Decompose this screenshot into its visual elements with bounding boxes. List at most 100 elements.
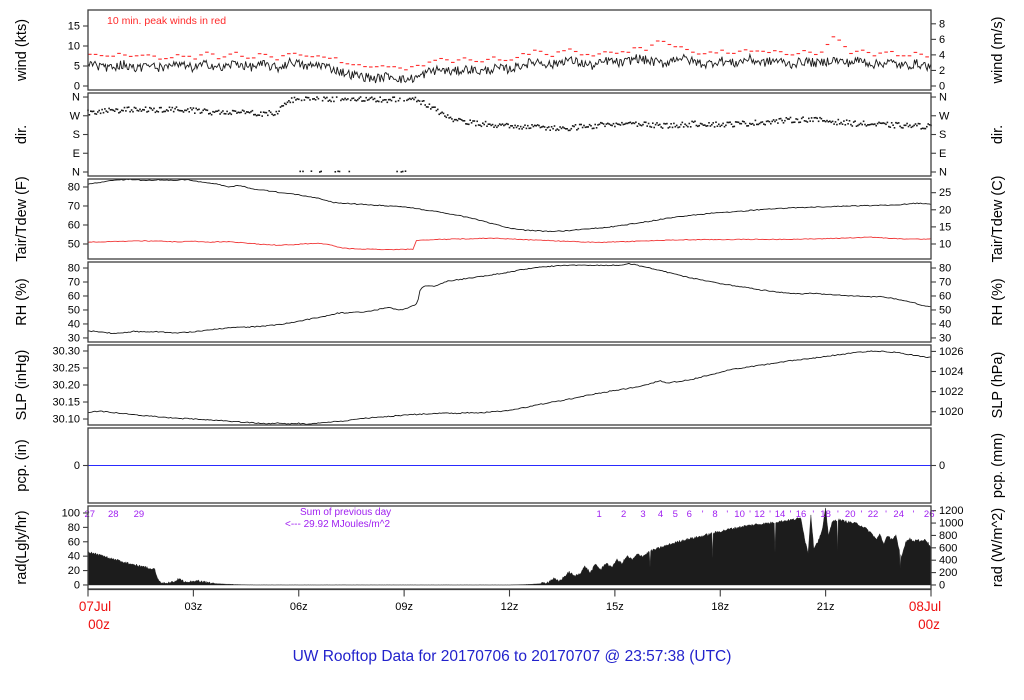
series-rh-pct xyxy=(87,262,932,334)
series-wind-direction-deg-point xyxy=(574,124,577,126)
series-wind-direction-deg-point xyxy=(858,123,861,126)
series-wind-direction-deg-point xyxy=(581,126,584,129)
series-wind-direction-deg-point xyxy=(365,96,367,99)
series-wind-direction-deg-point xyxy=(678,126,681,128)
series-wind-direction-deg-point xyxy=(534,124,536,127)
pressure-left-axis-label: SLP (inHg) xyxy=(14,350,30,421)
series-wind-direction-deg-point xyxy=(851,125,854,127)
series-wind-direction-deg-point xyxy=(597,124,599,126)
slp-left-tick-label: 30.30 xyxy=(52,345,80,357)
series-wind-direction-deg-point xyxy=(358,97,360,100)
series-wind-direction-deg-point xyxy=(875,124,877,127)
series-wind-direction-deg-point xyxy=(406,99,408,102)
series-wind-direction-deg-point xyxy=(743,121,745,123)
x-axis-tick-label: 12z xyxy=(501,601,519,613)
series-wind-direction-deg-point xyxy=(772,119,775,121)
series-wind-direction-deg-point xyxy=(368,98,370,101)
series-wind-direction-deg-point xyxy=(394,100,397,103)
series-wind-direction-deg-point xyxy=(158,106,161,109)
series-wind-direction-deg-point xyxy=(514,124,516,127)
series-wind-direction-deg-point xyxy=(879,122,882,124)
series-wind-direction-deg-point xyxy=(189,107,192,109)
series-wind-direction-deg-point xyxy=(139,108,141,111)
series-wind-direction-deg-point xyxy=(446,114,449,116)
series-wind-direction-deg-point xyxy=(723,125,726,128)
series-wind-direction-deg-point xyxy=(378,100,380,103)
series-wind-direction-deg-point xyxy=(810,117,813,119)
series-wind-direction-deg-point xyxy=(338,170,341,173)
rh-right-tick-label: 40 xyxy=(939,318,951,330)
series-wind-direction-deg-point xyxy=(323,96,325,98)
series-wind-direction-deg-point xyxy=(826,119,828,122)
dir-left-tick-label: W xyxy=(70,110,81,122)
series-wind-direction-deg-point xyxy=(387,98,390,101)
series-wind-direction-deg-point xyxy=(556,128,559,130)
series-wind-direction-deg-point xyxy=(507,123,509,126)
series-wind-direction-deg-point xyxy=(424,104,426,106)
series-wind-direction-deg-point xyxy=(670,123,672,125)
series-wind-direction-deg-point xyxy=(659,123,661,126)
series-wind-direction-deg-point xyxy=(188,111,190,113)
series-wind-direction-deg-point xyxy=(195,107,197,110)
series-wind-direction-deg-point xyxy=(392,96,394,99)
series-wind-direction-deg-point xyxy=(432,106,435,108)
series-wind-direction-deg-point xyxy=(296,98,299,100)
series-wind-direction-deg-point xyxy=(160,106,162,109)
series-wind-direction-deg-point xyxy=(449,116,452,119)
series-wind-direction-deg-point xyxy=(729,121,731,123)
series-wind-direction-deg-point xyxy=(906,122,908,125)
series-wind-direction-deg-point xyxy=(123,106,126,109)
tair-left-tick-label: 80 xyxy=(68,181,80,193)
series-wind-direction-deg-point xyxy=(518,128,521,130)
series-wind-direction-deg-point xyxy=(144,106,147,108)
series-wind-direction-deg-point xyxy=(661,127,664,129)
series-wind-direction-deg-point xyxy=(924,127,927,130)
uw-rooftop-meteogram: 0 5 10 15 0 2 4 6 8 N W S E N N W S E N 50 60 70 80 10 15 20 25 30 4… xyxy=(0,0,1024,700)
series-wind-direction-deg-point xyxy=(497,124,500,127)
rad-right-tick-label: 800 xyxy=(939,530,957,542)
series-wind-direction-deg-point xyxy=(904,124,907,127)
rad-cumulative-mj-label: 6 xyxy=(687,509,692,520)
series-wind-direction-deg-point xyxy=(847,123,849,125)
series-wind-direction-deg-point xyxy=(264,111,266,114)
series-wind-direction-deg-point xyxy=(609,124,612,126)
series-wind-direction-deg-point xyxy=(586,126,588,128)
pressure-right-axis-label: SLP (hPa) xyxy=(990,352,1006,419)
series-wind-direction-deg-point xyxy=(793,121,796,123)
series-wind-direction-deg-point xyxy=(730,123,733,125)
series-wind-direction-deg-point xyxy=(262,111,265,113)
series-wind-direction-deg-point xyxy=(201,111,203,114)
series-wind-direction-deg-point xyxy=(688,122,691,125)
rh-left-tick-label: 50 xyxy=(68,304,80,316)
series-wind-direction-deg-point xyxy=(830,121,832,124)
series-wind-direction-deg-point xyxy=(475,124,477,127)
direction-right-axis-label: dir. xyxy=(990,125,1006,144)
series-wind-direction-deg-point xyxy=(684,123,686,125)
series-wind-direction-deg-point xyxy=(97,111,99,113)
series-wind-direction-deg-point xyxy=(796,118,799,121)
series-wind-direction-deg-point xyxy=(109,109,112,111)
series-wind-direction-deg-point xyxy=(299,170,301,173)
series-wind-direction-deg-point xyxy=(305,96,307,98)
series-wind-direction-deg-point xyxy=(396,170,398,173)
series-wind-direction-deg-point xyxy=(427,106,429,108)
series-wind-direction-deg-point xyxy=(685,124,688,127)
series-wind-direction-deg-point xyxy=(868,124,870,126)
series-wind-direction-deg-point xyxy=(705,125,707,127)
series-wind-direction-deg-point xyxy=(843,120,845,122)
series-wind-direction-deg-point xyxy=(416,100,418,103)
series-wind-direction-deg-point xyxy=(279,106,282,108)
rad-left-tick-label: 100 xyxy=(62,507,80,519)
wind-left-tick-label: 10 xyxy=(68,41,80,53)
series-wind-direction-deg-point xyxy=(725,124,727,127)
series-wind-direction-deg-point xyxy=(125,110,127,112)
series-wind-direction-deg-point xyxy=(425,106,428,108)
rad-cumulative-mj-label: 4 xyxy=(658,509,663,520)
series-wind-direction-deg-point xyxy=(465,123,467,125)
series-wind-direction-deg-point xyxy=(911,125,914,128)
series-wind-direction-deg-point xyxy=(397,99,400,102)
series-wind-direction-deg-point xyxy=(490,124,492,127)
x-axis-start-date: 07Jul xyxy=(79,599,111,614)
series-wind-direction-deg-point xyxy=(789,116,792,119)
series-wind-direction-deg-point xyxy=(94,112,96,115)
